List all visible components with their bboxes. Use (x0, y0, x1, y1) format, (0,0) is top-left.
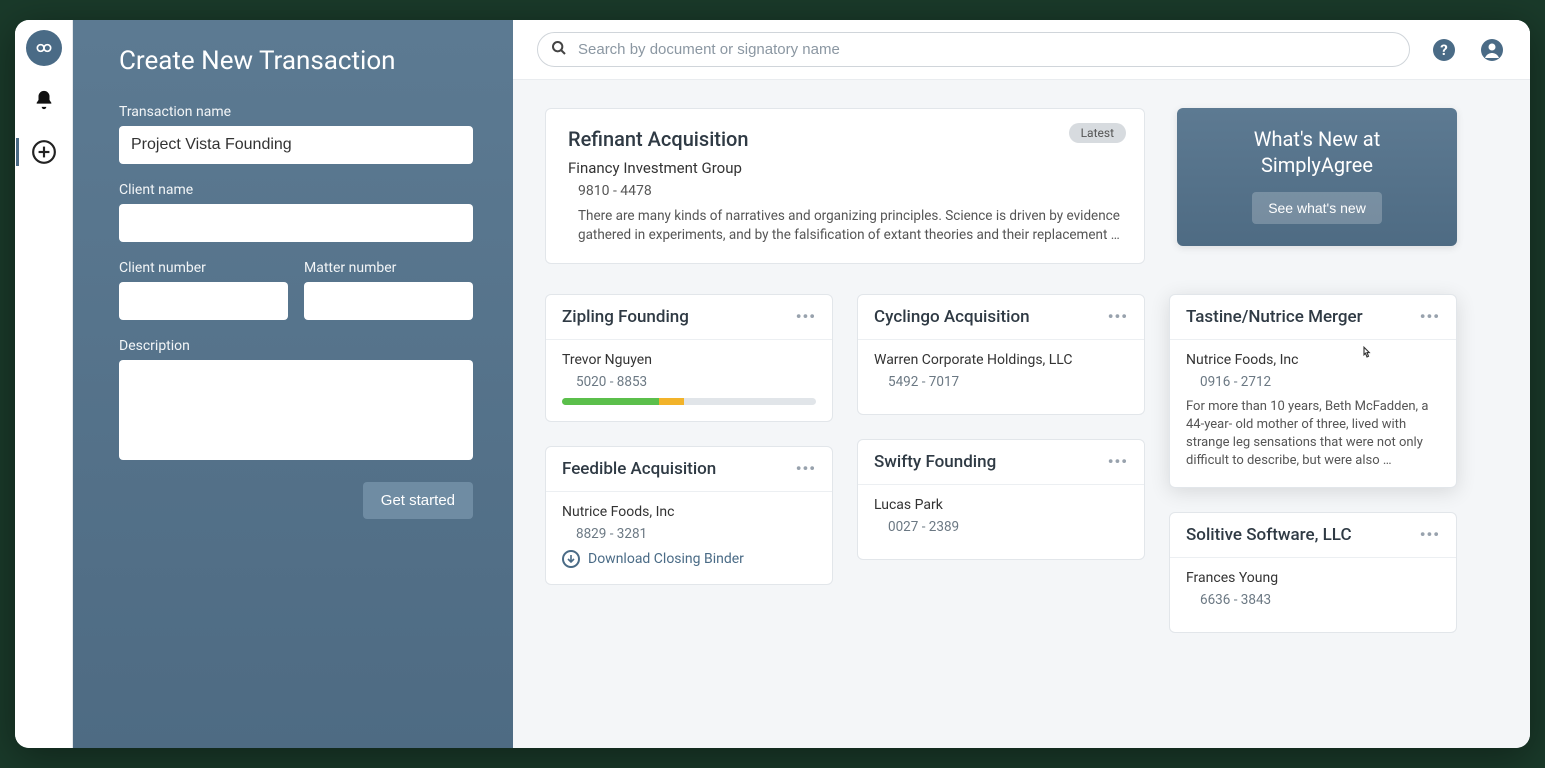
transaction-name-input[interactable] (119, 126, 473, 164)
card-numbers: 0027 - 2389 (888, 519, 1128, 535)
card-numbers: 5020 - 8853 (576, 374, 816, 390)
transaction-card-zipling[interactable]: Zipling Founding ••• Trevor Nguyen 5020 … (545, 294, 833, 422)
main-area: ? Latest Refinant Acquisition Financy In… (513, 20, 1530, 748)
label-description: Description (119, 338, 473, 354)
see-whats-new-button[interactable]: See what's new (1252, 192, 1382, 224)
description-input[interactable] (119, 360, 473, 460)
transaction-card-tastine[interactable]: Tastine/Nutrice Merger ••• Nutrice Foods… (1169, 294, 1457, 488)
hero-description: There are many kinds of narratives and o… (578, 207, 1122, 245)
hero-title: Refinant Acquisition (568, 127, 1122, 151)
card-menu-icon[interactable]: ••• (796, 459, 816, 478)
whats-new-panel: What's New at SimplyAgree See what's new (1177, 108, 1457, 246)
card-title: Feedible Acquisition (562, 459, 716, 479)
card-title: Swifty Founding (874, 452, 996, 472)
create-transaction-panel: Create New Transaction Transaction name … (73, 20, 513, 748)
create-transaction-icon[interactable] (26, 134, 62, 170)
card-menu-icon[interactable]: ••• (1420, 307, 1440, 326)
label-client-name: Client name (119, 182, 473, 198)
whats-new-title: What's New at SimplyAgree (1189, 126, 1445, 178)
transaction-card-swifty[interactable]: Swifty Founding ••• Lucas Park 0027 - 23… (857, 439, 1145, 560)
card-numbers: 6636 - 3843 (1200, 592, 1440, 608)
client-name-input[interactable] (119, 204, 473, 242)
profile-icon[interactable] (1478, 36, 1506, 64)
card-client: Frances Young (1186, 570, 1440, 586)
transaction-card-solitive[interactable]: Solitive Software, LLC ••• Frances Young… (1169, 512, 1457, 633)
card-menu-icon[interactable]: ••• (796, 307, 816, 326)
card-numbers: 5492 - 7017 (888, 374, 1128, 390)
label-matter-number: Matter number (304, 260, 473, 276)
card-title: Solitive Software, LLC (1186, 525, 1352, 545)
card-menu-icon[interactable]: ••• (1108, 452, 1128, 471)
label-client-number: Client number (119, 260, 288, 276)
card-numbers: 0916 - 2712 (1200, 374, 1440, 390)
card-client: Nutrice Foods, Inc (562, 504, 816, 520)
card-title: Cyclingo Acquisition (874, 307, 1030, 327)
content-scroll: Latest Refinant Acquisition Financy Inve… (513, 80, 1530, 661)
card-client: Lucas Park (874, 497, 1128, 513)
card-description: For more than 10 years, Beth McFadden, a… (1186, 398, 1440, 471)
latest-badge: Latest (1069, 123, 1126, 143)
get-started-button[interactable]: Get started (363, 482, 473, 519)
search-icon (551, 40, 567, 60)
icon-rail (15, 20, 73, 748)
progress-bar (562, 398, 816, 405)
search-input[interactable] (537, 32, 1410, 67)
card-menu-icon[interactable]: ••• (1420, 525, 1440, 544)
card-title: Tastine/Nutrice Merger (1186, 307, 1363, 327)
panel-title: Create New Transaction (119, 46, 473, 76)
transaction-card-cyclingo[interactable]: Cyclingo Acquisition ••• Warren Corporat… (857, 294, 1145, 415)
label-transaction-name: Transaction name (119, 104, 473, 120)
transaction-card-feedible[interactable]: Feedible Acquisition ••• Nutrice Foods, … (545, 446, 833, 585)
download-closing-binder-link[interactable]: Download Closing Binder (562, 550, 816, 568)
card-menu-icon[interactable]: ••• (1108, 307, 1128, 326)
card-client: Warren Corporate Holdings, LLC (874, 352, 1128, 368)
hero-client: Financy Investment Group (568, 159, 1122, 177)
card-client: Nutrice Foods, Inc (1186, 352, 1440, 368)
latest-transaction-card[interactable]: Latest Refinant Acquisition Financy Inve… (545, 108, 1145, 264)
svg-text:?: ? (1440, 41, 1447, 59)
logo-icon[interactable] (26, 30, 62, 66)
card-client: Trevor Nguyen (562, 352, 816, 368)
app-window: Create New Transaction Transaction name … (15, 20, 1530, 748)
client-number-input[interactable] (119, 282, 288, 320)
card-title: Zipling Founding (562, 307, 689, 327)
card-numbers: 8829 - 3281 (576, 526, 816, 542)
hero-numbers: 9810 - 4478 (578, 183, 1122, 199)
download-icon (562, 550, 580, 568)
matter-number-input[interactable] (304, 282, 473, 320)
topbar: ? (513, 20, 1530, 80)
help-icon[interactable]: ? (1430, 36, 1458, 64)
notifications-icon[interactable] (26, 82, 62, 118)
